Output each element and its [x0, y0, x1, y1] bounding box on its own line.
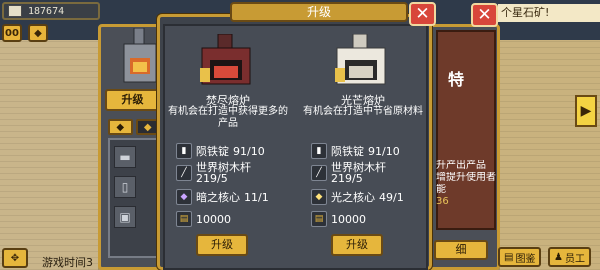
material-row: ◆ 光之核心 49/1	[311, 188, 431, 206]
material-row: ▮ 陨铁锭 91/10	[176, 142, 296, 160]
coin-value: 187674	[28, 5, 65, 17]
info-line-text: 能	[436, 184, 446, 195]
material-row: ╱ 世界树木杆 219/5	[311, 162, 431, 184]
option-description: 有机会在打造中节省原材料	[303, 106, 423, 117]
inferno-furnace-icon	[200, 34, 251, 85]
close-icon: ✕	[477, 5, 492, 25]
inventory-slot[interactable]: ▬	[114, 146, 136, 168]
inventory-grid: ▬ ▯ ▣	[108, 138, 163, 258]
material-amount: 10000	[196, 212, 231, 226]
material-label: 陨铁锭	[331, 145, 364, 158]
right-wall	[500, 40, 600, 270]
ingot-icon: ▮	[176, 143, 192, 159]
inventory-slot[interactable]: ▣	[114, 206, 136, 228]
option-description: 有机会在打造中获得更多的产品	[168, 106, 288, 129]
material-label: 陨铁锭	[196, 145, 229, 158]
upgrade-option-card: 焚尽熔炉 有机会在打造中获得更多的产品 ▮ 陨铁锭 91/10 ╱ 世界树木杆 2…	[168, 30, 288, 260]
coin-icon: ▤	[311, 211, 327, 227]
material-row: ▤ 10000	[176, 210, 296, 228]
info-title: 特	[447, 70, 464, 89]
collection-label: 图鉴	[515, 253, 536, 265]
modal-title: 升级	[230, 2, 408, 22]
material-multiline: 世界树木杆 219/5	[331, 162, 421, 184]
staff-button[interactable]: ♟ 员工	[548, 247, 591, 267]
material-amount: 49/1	[379, 190, 404, 204]
info-line: 能 36	[436, 184, 500, 208]
tab-materials[interactable]: ◆	[108, 119, 133, 135]
back-close-button[interactable]: ✕	[471, 3, 498, 27]
material-label: 暗之核心	[196, 191, 240, 204]
book-icon: ▤	[504, 251, 514, 263]
material-amount: 91/10	[233, 144, 265, 158]
detail-button[interactable]: 细	[434, 240, 488, 260]
game-time: 游戏时间3	[42, 256, 93, 269]
material-amount: 91/10	[368, 144, 400, 158]
left-wall	[0, 40, 98, 270]
collection-button[interactable]: ▤ 图鉴	[498, 247, 542, 267]
material-row: ◆ 暗之核心 11/1	[176, 188, 296, 206]
pause-button[interactable]: 00	[2, 24, 22, 42]
info-text: 升产出产品 增提升使用者 能 36	[436, 160, 500, 210]
diamond-icon: ◆	[143, 121, 152, 133]
material-label: 光之核心	[331, 191, 375, 204]
tools-button[interactable]: ◆	[28, 24, 48, 42]
move-button[interactable]: ✥	[2, 248, 28, 268]
close-icon: ✕	[415, 4, 430, 24]
material-row: ▮ 陨铁锭 91/10	[311, 142, 431, 160]
coin-counter: 187674	[2, 2, 100, 20]
material-row: ╱ 世界树木杆 219/5	[176, 162, 296, 184]
category-tabs: ◆ ◆	[108, 119, 160, 135]
wood-icon: ╱	[311, 165, 327, 181]
staff-label: 员工	[564, 253, 585, 265]
dark-core-icon: ◆	[176, 189, 192, 205]
ingot-icon: ▮	[311, 143, 327, 159]
upgrade-option-card: 光芒熔炉 有机会在打造中节省原材料 ▮ 陨铁锭 91/10 ╱ 世界树木杆 219…	[303, 30, 423, 260]
top-message: 个星石矿!	[498, 4, 600, 22]
modal-close-button[interactable]: ✕	[409, 2, 436, 26]
next-arrow-icon[interactable]: ▶	[575, 95, 597, 127]
person-icon: ♟	[554, 251, 563, 263]
material-row: ▤ 10000	[311, 210, 431, 228]
material-amount: 219/5	[196, 172, 228, 185]
material-multiline: 世界树木杆 219/5	[196, 162, 286, 184]
material-amount: 219/5	[331, 172, 363, 185]
upgrade-tab-button[interactable]: 升级	[105, 89, 160, 111]
light-core-icon: ◆	[311, 189, 327, 205]
move-icon: ✥	[10, 252, 20, 264]
upgrade-button[interactable]: 升级	[331, 234, 383, 256]
upgrade-button[interactable]: 升级	[196, 234, 248, 256]
forge-icon	[123, 28, 157, 83]
info-line: 升产出产品	[436, 160, 486, 171]
material-amount: 11/1	[244, 190, 269, 204]
coin-icon: ▤	[176, 211, 192, 227]
material-amount: 10000	[331, 212, 366, 226]
info-line: 增提升使用者	[436, 172, 496, 183]
radiant-furnace-icon	[335, 34, 386, 85]
money-icon	[8, 5, 22, 17]
inventory-slot[interactable]: ▯	[114, 176, 136, 198]
wood-icon: ╱	[176, 165, 192, 181]
diamond-icon: ◆	[116, 121, 125, 133]
info-number: 36	[436, 196, 449, 207]
